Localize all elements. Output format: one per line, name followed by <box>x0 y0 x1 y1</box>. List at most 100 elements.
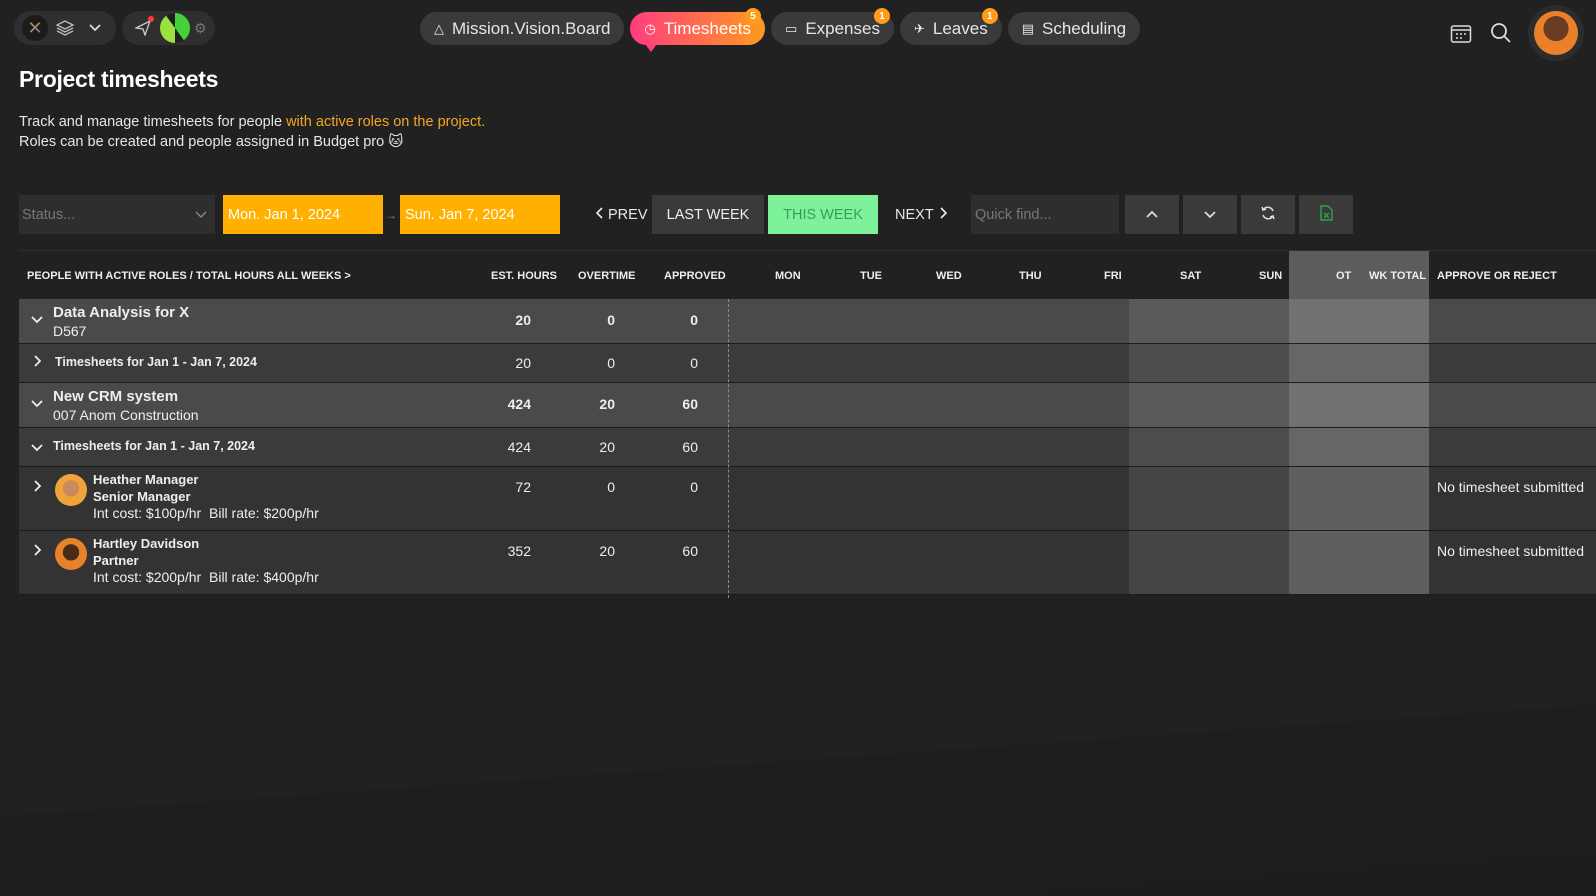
top-bar: ✕ ⚙ △ Mission.Vision.Board ◷ Timesheets … <box>0 0 1596 61</box>
bill-rate: Bill rate: $400p/hr <box>209 569 319 585</box>
chevron-right-icon[interactable] <box>29 544 45 559</box>
chevron-right-icon[interactable] <box>29 355 45 370</box>
period-label: Timesheets for Jan 1 - Jan 7, 2024 <box>55 355 257 369</box>
est-hours-value: 424 <box>507 396 531 412</box>
clock-icon: ◷ <box>644 20 656 36</box>
chevron-right-icon[interactable] <box>29 480 45 495</box>
est-hours-value: 72 <box>515 479 531 495</box>
chevron-down-icon[interactable] <box>29 312 45 327</box>
refresh-icon <box>1260 205 1276 225</box>
overtime-value: 0 <box>607 312 615 328</box>
page-title: Project timesheets <box>19 66 219 92</box>
approved-value: 0 <box>690 312 698 328</box>
export-excel-button[interactable] <box>1299 195 1353 234</box>
active-tab-caret <box>645 44 658 52</box>
search-icon[interactable] <box>1488 20 1514 46</box>
tab-scheduling[interactable]: ▤ Scheduling <box>1007 12 1141 45</box>
user-avatar[interactable] <box>1528 5 1584 61</box>
expenses-badge: 1 <box>873 8 890 24</box>
project-row[interactable]: Data Analysis for X D567 20 0 0 <box>19 299 1596 344</box>
next-button[interactable]: NEXT <box>885 195 957 234</box>
quick-actions: ⚙ <box>122 11 215 45</box>
chevron-down-icon[interactable] <box>29 440 45 455</box>
project-name: Data Analysis for X <box>53 304 190 321</box>
end-date-field[interactable]: Sun. Jan 7, 2024 <box>400 195 560 234</box>
expand-up-button[interactable] <box>1125 195 1179 234</box>
project-code: D567 <box>53 323 87 339</box>
expand-down-button[interactable] <box>1183 195 1237 234</box>
project-row[interactable]: New CRM system 007 Anom Construction 424… <box>19 383 1596 428</box>
est-hours-value: 20 <box>515 312 531 328</box>
col-overtime: OVERTIME <box>578 269 636 282</box>
person-role: Senior Manager <box>93 489 191 504</box>
chevron-up-icon <box>1145 207 1159 223</box>
refresh-button[interactable] <box>1241 195 1295 234</box>
period-label: Timesheets for Jan 1 - Jan 7, 2024 <box>53 439 255 453</box>
prev-button[interactable]: PREV <box>586 195 658 234</box>
brand-logo-icon[interactable] <box>160 13 190 43</box>
date-range-arrow-icon: → <box>385 207 397 222</box>
background-shade <box>0 656 1596 896</box>
col-est-hours: EST. HOURS <box>491 269 558 282</box>
plane-icon: ✈ <box>913 20 925 36</box>
approved-value: 60 <box>682 439 698 455</box>
quick-find-input[interactable]: Quick find... <box>971 195 1119 234</box>
right-toolbar <box>1448 5 1584 61</box>
col-wk-total: WK TOTAL <box>1369 269 1427 282</box>
this-week-button[interactable]: THIS WEEK <box>768 195 878 234</box>
tab-leaves[interactable]: ✈ Leaves 1 <box>899 8 1002 45</box>
tab-expenses[interactable]: ▭ Expenses 1 <box>771 8 894 45</box>
gear-icon[interactable]: ⚙ <box>194 20 207 37</box>
overtime-value: 0 <box>607 355 615 371</box>
tab-timesheets[interactable]: ◷ Timesheets 5 <box>630 8 766 52</box>
chevron-down-icon[interactable] <box>29 396 45 411</box>
tab-mission-vision-board[interactable]: △ Mission.Vision.Board <box>420 12 625 45</box>
est-hours-value: 20 <box>515 355 531 371</box>
person-name: Hartley Davidson <box>93 536 200 551</box>
col-ot: OT <box>1336 269 1352 282</box>
approved-value: 60 <box>682 396 698 412</box>
chevron-down-icon <box>1203 207 1217 223</box>
est-hours-value: 352 <box>507 543 531 559</box>
person-row[interactable]: Heather Manager Senior Manager Int cost:… <box>19 467 1596 531</box>
calendar-icon: ▤ <box>1021 20 1035 36</box>
app-logo-icon[interactable]: ✕ <box>22 15 48 41</box>
layers-icon[interactable] <box>52 15 78 41</box>
col-tue: TUE <box>860 269 882 282</box>
overtime-value: 0 <box>607 479 615 495</box>
col-thu: THU <box>1019 269 1042 282</box>
chevron-left-icon <box>595 206 604 223</box>
notification-dot <box>148 16 154 22</box>
overtime-value: 20 <box>599 439 615 455</box>
timesheet-period-row[interactable]: Timesheets for Jan 1 - Jan 7, 2024 424 2… <box>19 428 1596 467</box>
person-role: Partner <box>93 553 139 568</box>
status-text: No timesheet submitted <box>1437 479 1585 495</box>
status-text: No timesheet submitted <box>1437 543 1585 559</box>
approved-value: 60 <box>682 543 698 559</box>
timesheets-table: PEOPLE WITH ACTIVE ROLES / TOTAL HOURS A… <box>19 250 1596 595</box>
warning-triangle-icon: △ <box>434 20 444 36</box>
timesheet-period-row[interactable]: Timesheets for Jan 1 - Jan 7, 2024 20 0 … <box>19 344 1596 383</box>
leaves-badge: 1 <box>981 8 998 24</box>
calendar-icon[interactable] <box>1448 20 1474 46</box>
card-icon: ▭ <box>785 20 798 36</box>
overtime-value: 20 <box>599 543 615 559</box>
approved-value: 0 <box>690 355 698 371</box>
int-cost: Int cost: $100p/hr <box>93 505 202 521</box>
last-week-button[interactable]: LAST WEEK <box>652 195 764 234</box>
col-people[interactable]: PEOPLE WITH ACTIVE ROLES / TOTAL HOURS A… <box>27 251 351 300</box>
col-sun: SUN <box>1259 269 1283 282</box>
excel-file-icon <box>1319 204 1333 225</box>
col-fri: FRI <box>1104 269 1122 282</box>
chevron-right-icon <box>939 206 947 223</box>
start-date-field[interactable]: Mon. Jan 1, 2024 <box>223 195 383 234</box>
timesheets-badge: 5 <box>745 8 762 24</box>
int-cost: Int cost: $200p/hr <box>93 569 202 585</box>
page-description: Track and manage timesheets for people w… <box>19 114 486 150</box>
person-row[interactable]: Hartley Davidson Partner Int cost: $200p… <box>19 531 1596 595</box>
active-roles-link[interactable]: with active roles on the project. <box>286 114 485 130</box>
status-select[interactable]: Status... <box>19 195 215 234</box>
send-icon[interactable] <box>130 15 156 41</box>
chevron-down-icon[interactable] <box>82 15 108 41</box>
left-toolbar: ✕ ⚙ <box>14 11 215 45</box>
